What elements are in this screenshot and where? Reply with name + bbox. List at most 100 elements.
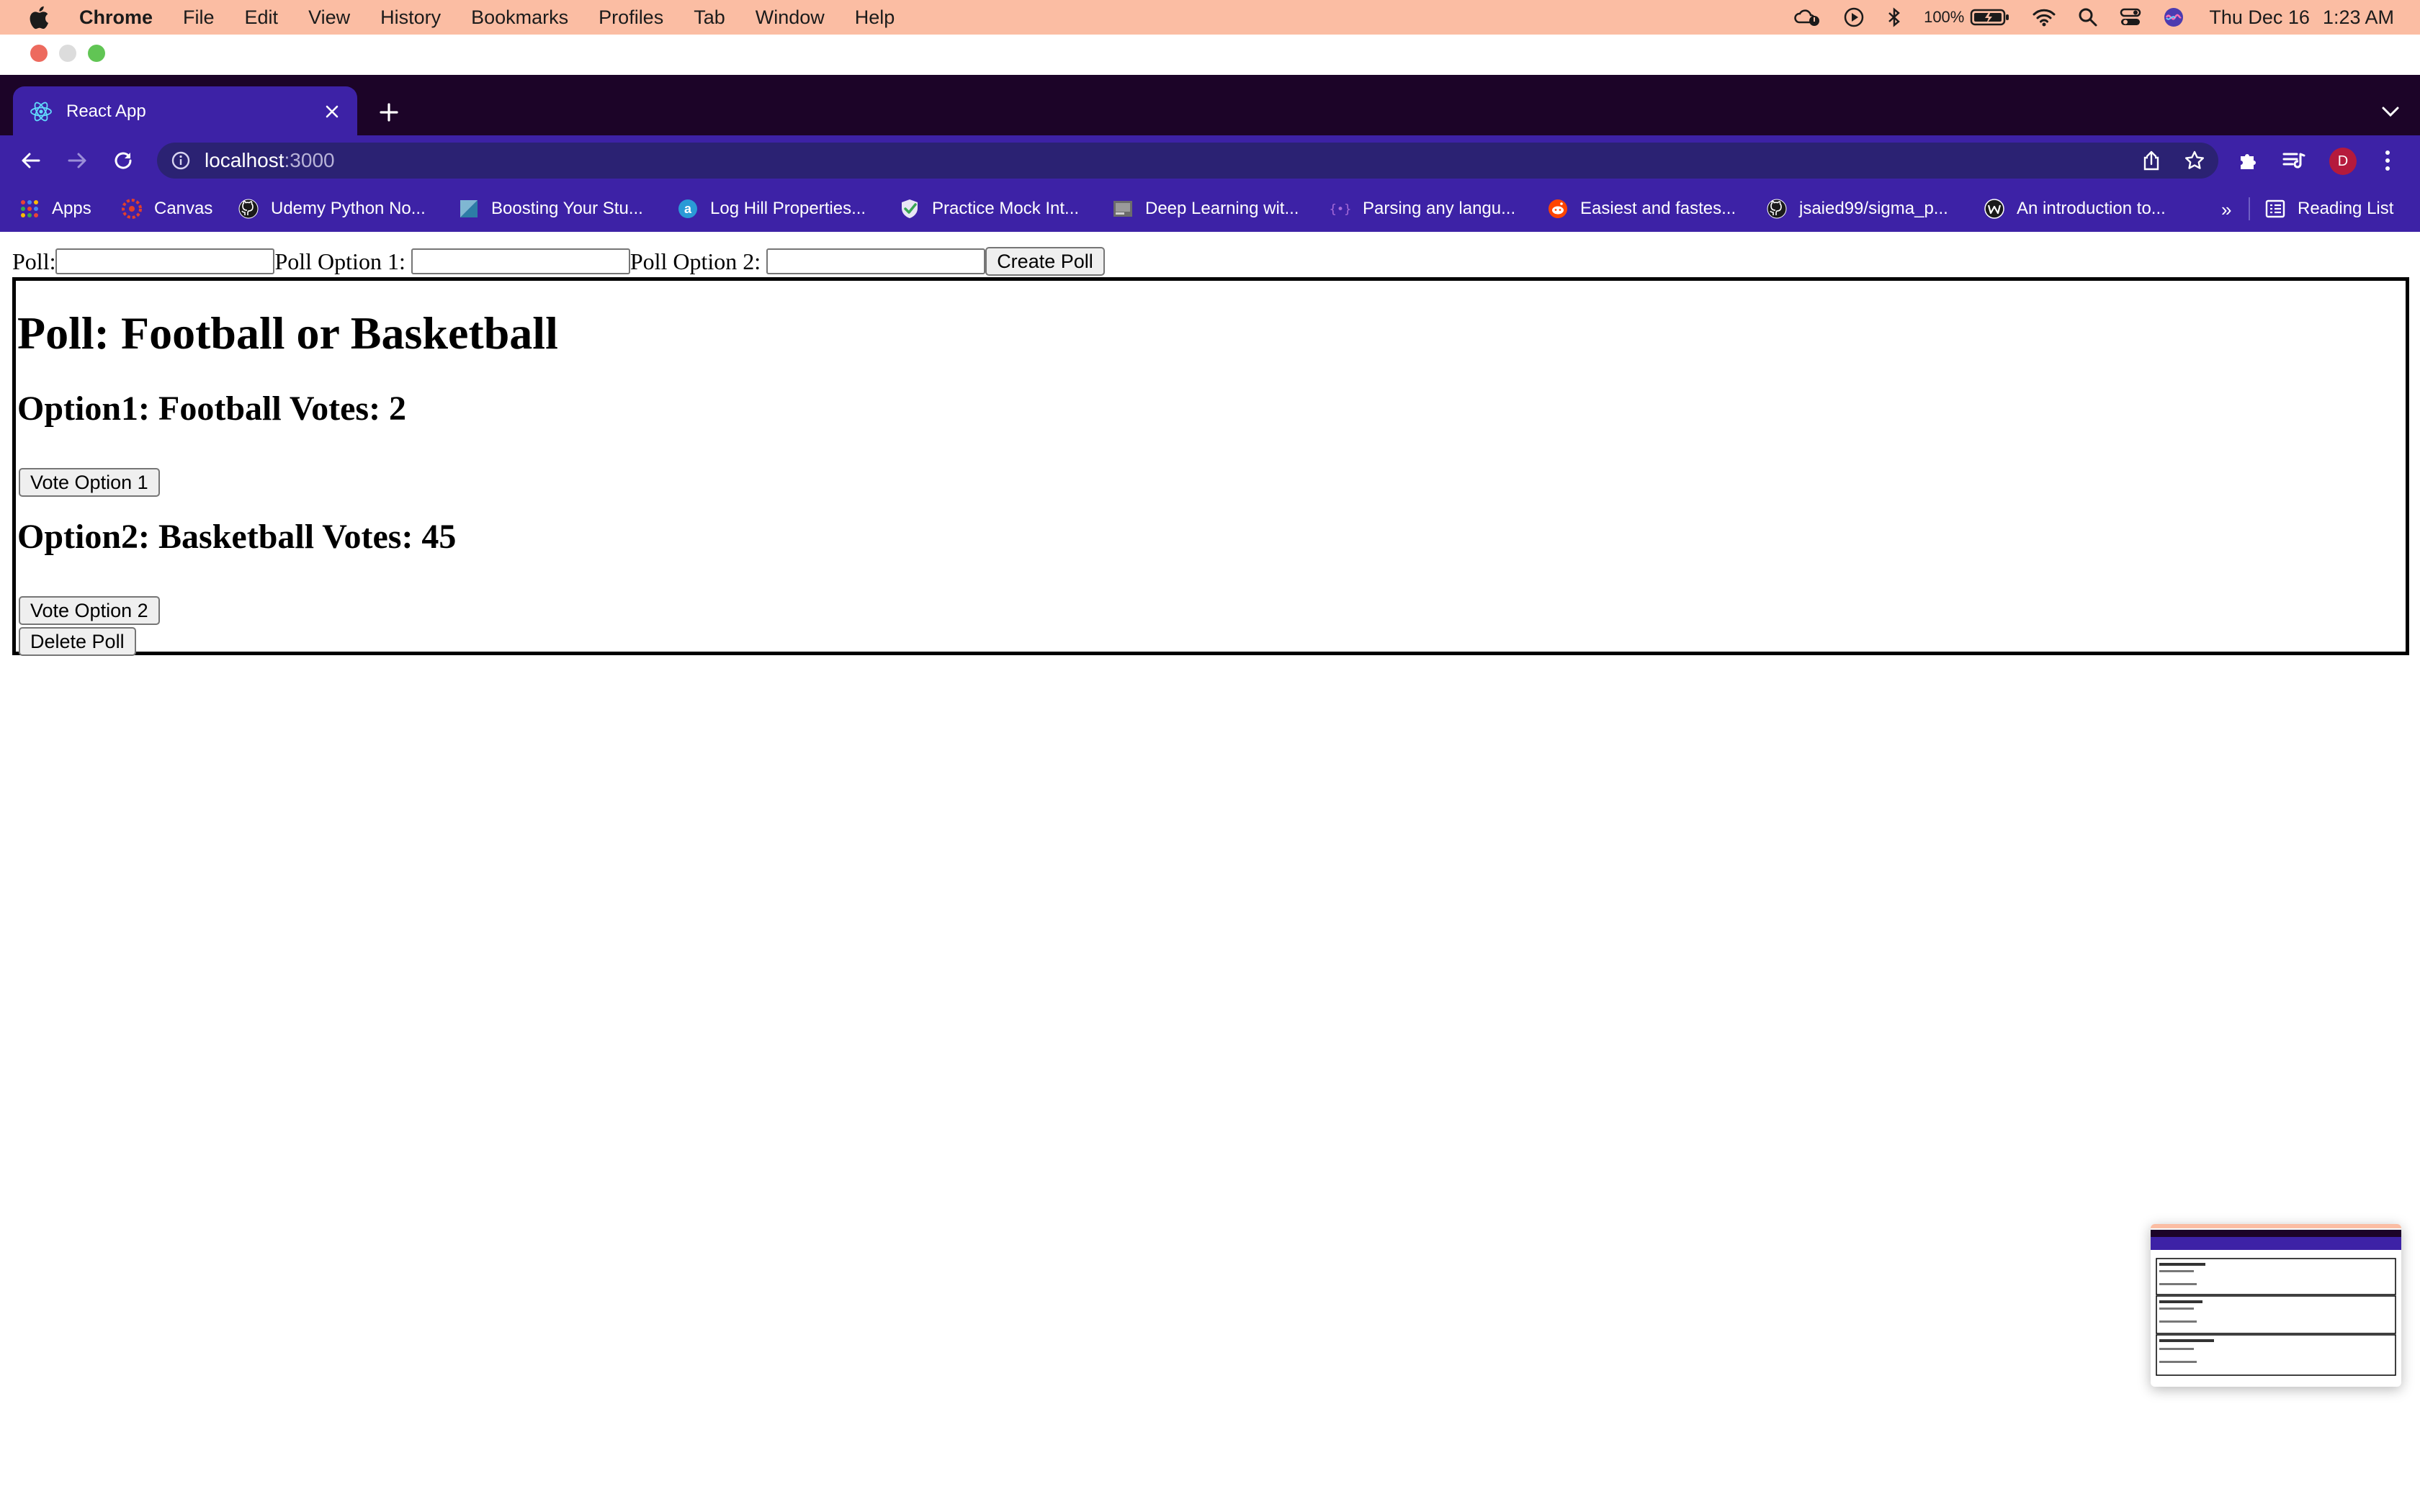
bookmark-udemy-python[interactable]: Udemy Python No... <box>238 196 426 222</box>
bookmark-label: Parsing any langu... <box>1363 199 1516 218</box>
menu-tab[interactable]: Tab <box>694 6 725 29</box>
bookmark-easiest-and-fastes[interactable]: Easiest and fastes... <box>1547 196 1736 222</box>
menu-window[interactable]: Window <box>756 6 825 29</box>
menu-history[interactable]: History <box>380 6 441 29</box>
play-circle-icon[interactable] <box>1843 6 1865 28</box>
poll-input[interactable] <box>55 248 275 274</box>
forward-arrow-icon[interactable] <box>62 145 92 176</box>
poll-option2-input[interactable] <box>766 248 986 274</box>
window-close-button[interactable] <box>30 45 48 62</box>
github-icon <box>238 198 259 220</box>
bookmark-an-introduction-to[interactable]: An introduction to... <box>1984 196 2166 222</box>
url-host: localhost <box>205 149 284 171</box>
vote-option2-button[interactable]: Vote Option 2 <box>19 596 160 625</box>
create-poll-button[interactable]: Create Poll <box>985 247 1105 276</box>
bookmark-deep-learning-wit[interactable]: Deep Learning wit... <box>1112 196 1299 222</box>
bookmark-label: Boosting Your Stu... <box>491 199 643 218</box>
menu-view[interactable]: View <box>308 6 350 29</box>
bookmark-apps[interactable]: Apps <box>19 196 91 222</box>
bookmark-label: Easiest and fastes... <box>1580 199 1736 218</box>
tab-close-icon[interactable] <box>321 101 343 122</box>
bookmarks-bar: Apps Canvas Udemy Python No... Boosting … <box>0 186 2420 232</box>
bookmark-label: Practice Mock Int... <box>932 199 1080 218</box>
delete-poll-button[interactable]: Delete Poll <box>19 627 136 656</box>
page-icon <box>458 198 480 220</box>
bookmark-jsaied99-sigma[interactable]: jsaied99/sigma_p... <box>1766 196 1948 222</box>
media-queue-icon[interactable] <box>2280 147 2308 174</box>
menu-edit[interactable]: Edit <box>245 6 279 29</box>
poll-option2-label: Poll Option 2: <box>629 248 761 274</box>
clock-time: 1:23 AM <box>2322 6 2394 28</box>
reading-list-icon <box>2264 198 2286 220</box>
apps-grid-icon <box>19 198 40 220</box>
spotlight-search-icon[interactable] <box>2078 7 2098 27</box>
menu-file[interactable]: File <box>183 6 215 29</box>
profile-avatar[interactable]: D <box>2329 148 2357 175</box>
bookmark-canvas[interactable]: Canvas <box>121 196 212 222</box>
bookmark-label: jsaied99/sigma_p... <box>1799 199 1948 218</box>
bookmarks-divider <box>2249 197 2250 220</box>
extensions-puzzle-icon[interactable] <box>2234 147 2262 174</box>
poll-title: Poll: Football or Basketball <box>17 307 558 359</box>
window-zoom-button[interactable] <box>88 45 105 62</box>
vote-option1-button[interactable]: Vote Option 1 <box>19 468 160 497</box>
bookmarks-overflow-chevron[interactable]: » <box>2221 199 2231 221</box>
poll-option1-input[interactable] <box>411 248 630 274</box>
tab-strip: React App <box>0 75 2420 137</box>
url-text[interactable]: localhost:3000 <box>205 149 335 172</box>
bookmark-label: An introduction to... <box>2017 199 2166 218</box>
brackets-icon: {•} <box>1330 198 1351 220</box>
apple-logo-icon[interactable] <box>29 5 50 30</box>
window-titlebar <box>0 35 2420 75</box>
bookmark-log-hill-properties[interactable]: a Log Hill Properties... <box>677 196 866 222</box>
react-logo-icon <box>29 99 53 124</box>
url-port: :3000 <box>284 149 335 171</box>
poll-option1-label: Poll Option 1: <box>274 248 405 274</box>
weather-icon[interactable] <box>1793 6 1821 28</box>
screenshot-preview-thumbnail[interactable] <box>2151 1224 2401 1387</box>
bookmark-label: Canvas <box>154 199 213 218</box>
image-thumb-icon <box>1112 198 1134 220</box>
share-icon[interactable] <box>2141 150 2162 171</box>
svg-text:a: a <box>684 202 692 216</box>
a-logo-icon: a <box>677 198 699 220</box>
siri-icon[interactable] <box>2163 6 2184 28</box>
reload-icon[interactable] <box>108 145 138 176</box>
control-center-icon[interactable] <box>2120 7 2141 27</box>
bluetooth-icon[interactable] <box>1886 6 1902 28</box>
poll-card: Poll: Football or Basketball Option1: Fo… <box>12 277 2409 656</box>
bookmark-star-icon[interactable] <box>2184 150 2205 171</box>
menu-profiles[interactable]: Profiles <box>599 6 663 29</box>
macos-menu-bar: Chrome File Edit View History Bookmarks … <box>0 0 2420 35</box>
bookmark-label: Udemy Python No... <box>271 199 426 218</box>
reading-list-button[interactable]: Reading List <box>2264 196 2393 222</box>
check-shield-icon <box>899 198 920 220</box>
reading-list-label: Reading List <box>2298 199 2394 218</box>
menu-clock[interactable]: Thu Dec 16 1:23 AM <box>2209 6 2394 29</box>
window-minimize-button[interactable] <box>59 45 76 62</box>
back-arrow-icon[interactable] <box>16 145 46 176</box>
option1-heading: Option1: Football Votes: 2 <box>17 390 407 428</box>
battery-icon[interactable] <box>1970 8 2010 27</box>
new-tab-plus-icon[interactable] <box>375 98 403 127</box>
kebab-menu-icon[interactable] <box>2374 147 2401 174</box>
menu-bookmarks[interactable]: Bookmarks <box>471 6 568 29</box>
menu-chrome[interactable]: Chrome <box>79 6 153 29</box>
menu-help[interactable]: Help <box>855 6 895 29</box>
battery-percent: 100% <box>1924 8 1965 26</box>
tab-title: React App <box>66 102 146 121</box>
wifi-icon[interactable] <box>2032 7 2056 27</box>
github-icon <box>1766 198 1788 220</box>
tab-react-app[interactable]: React App <box>13 86 357 137</box>
poll-label: Poll: <box>12 248 56 274</box>
canvas-icon <box>121 198 143 220</box>
svg-text:{•}: {•} <box>1330 202 1351 217</box>
bookmark-parsing-any-langu[interactable]: {•} Parsing any langu... <box>1330 196 1515 222</box>
address-bar[interactable]: localhost:3000 <box>157 143 2218 179</box>
bookmark-boosting-your-stu[interactable]: Boosting Your Stu... <box>458 196 643 222</box>
site-info-icon[interactable] <box>170 150 192 171</box>
tab-search-chevron-down-icon[interactable] <box>2380 101 2401 122</box>
bookmark-practice-mock-int[interactable]: Practice Mock Int... <box>899 196 1079 222</box>
clock-date: Thu Dec 16 <box>2209 6 2310 28</box>
thumbnail-image <box>2151 1224 2401 1376</box>
